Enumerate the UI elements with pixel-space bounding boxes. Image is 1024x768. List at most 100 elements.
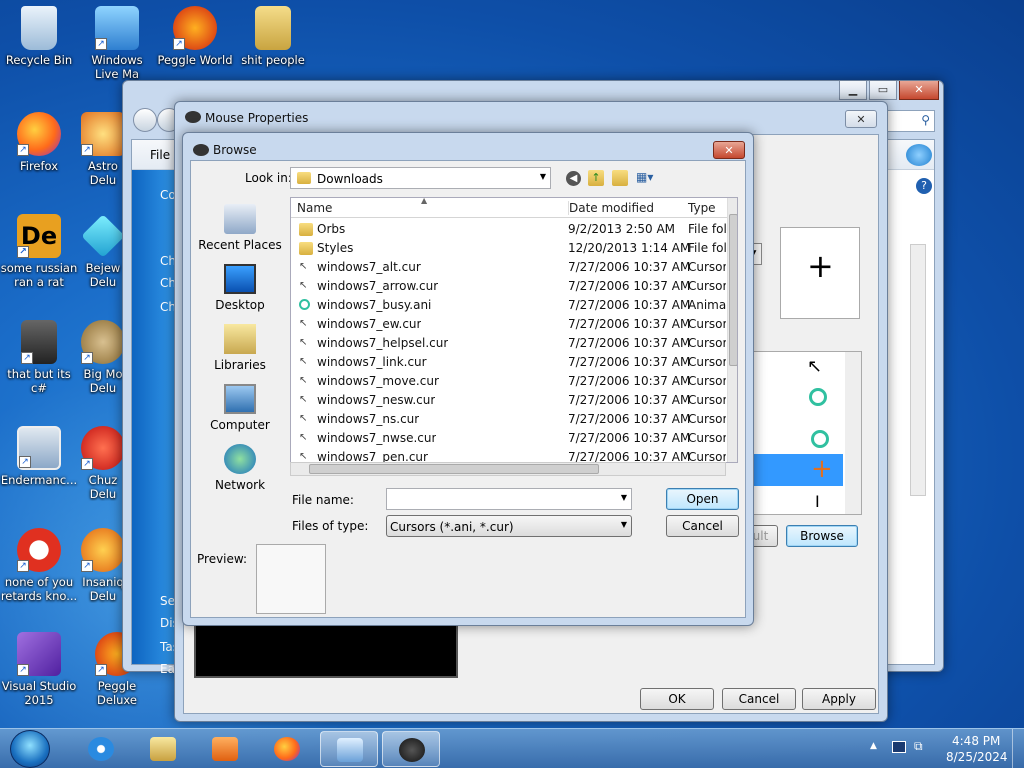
help-icon[interactable]: ? — [916, 178, 932, 194]
new-folder-icon[interactable] — [612, 170, 628, 186]
column-date[interactable]: Date modified — [568, 201, 654, 215]
file-list[interactable]: Name ▲ Date modified Type Orbs 9/2/2013 2… — [290, 197, 738, 463]
file-name-input[interactable]: ▼ — [386, 488, 632, 510]
preview-box: + — [780, 227, 860, 319]
desktop-icon-russian[interactable]: De ↗ some russian ran a rat — [0, 214, 78, 289]
desktop-icon-peggle-world[interactable]: ↗ Peggle World — [156, 6, 234, 67]
file-date: 7/27/2006 10:37 AM — [568, 260, 691, 274]
files-of-type-select[interactable]: Cursors (*.ani, *.cur) ▼ — [386, 515, 632, 537]
desktop-icon-chuzzle[interactable]: ↗ Chuz Delu — [78, 426, 128, 501]
close-button[interactable]: ✕ — [713, 141, 745, 159]
scroll-thumb[interactable] — [729, 214, 737, 366]
cursor-file-icon: ↖ — [299, 337, 308, 348]
dragon-icon: ↗ — [17, 528, 61, 572]
desktop-icon-windows-live[interactable]: ↗ Windows Live Ma — [78, 6, 156, 81]
file-row[interactable]: ↖ windows7_nwse.cur 7/27/2006 10:37 AM Curs… — [291, 429, 727, 448]
file-row[interactable]: ↖ windows7_move.cur 7/27/2006 10:37 AM Curs… — [291, 372, 727, 391]
selected-cursor-row[interactable]: + — [745, 454, 843, 486]
start-button[interactable] — [10, 730, 50, 768]
vertical-scrollbar[interactable] — [727, 198, 737, 462]
help-cursor-icon: ↖ — [807, 356, 823, 377]
file-row[interactable]: ↖ windows7_helpsel.cur 7/27/2006 10:37 AM C… — [291, 334, 727, 353]
chevron-down-icon: ▼ — [620, 493, 627, 502]
desktop-icon-recycle-bin[interactable]: Recycle Bin — [0, 6, 78, 67]
cancel-button[interactable]: Cancel — [666, 515, 739, 537]
minimize-button[interactable]: ▁ — [839, 81, 867, 100]
file-date: 7/27/2006 10:37 AM — [568, 336, 691, 350]
taskbar-control-panel[interactable] — [320, 731, 378, 767]
back-icon[interactable]: ◀ — [566, 171, 581, 186]
view-menu-icon[interactable]: ▦▾ — [636, 170, 660, 186]
desktop-icon-endermanch[interactable]: ↗ Endermanc... — [0, 426, 78, 487]
dialog-title: Browse — [213, 143, 257, 157]
file-row[interactable]: Orbs 9/2/2013 2:50 AM File fol — [291, 220, 727, 239]
desktop-icon-shit-people[interactable]: shit people — [234, 6, 312, 67]
right-scrollbar[interactable] — [910, 244, 926, 496]
file-type: Cursor — [688, 317, 726, 331]
desktop-icon-none-of-you[interactable]: ↗ none of you retards kno... — [0, 528, 78, 603]
show-hidden-icons-icon[interactable]: ▲ — [870, 741, 877, 751]
nav-back-icon[interactable] — [133, 108, 157, 132]
nav-computer[interactable]: Computer — [198, 384, 282, 432]
file-name: Styles — [317, 241, 354, 255]
file-date: 7/27/2006 10:37 AM — [568, 298, 691, 312]
taskbar-ie[interactable] — [72, 731, 130, 767]
horizontal-scrollbar[interactable] — [290, 462, 726, 476]
look-in-label: Look in: — [245, 171, 292, 185]
close-button[interactable]: ✕ — [845, 110, 877, 128]
desktop-icon-big-money[interactable]: ↗ Big Mo Delu — [78, 320, 128, 395]
open-button[interactable]: Open — [666, 488, 739, 510]
column-type[interactable]: Type — [688, 201, 716, 215]
file-row[interactable]: ↖ windows7_ew.cur 7/27/2006 10:37 AM Cursor — [291, 315, 727, 334]
file-row[interactable]: ↖ windows7_link.cur 7/27/2006 10:37 AM Curs… — [291, 353, 727, 372]
text-cursor-icon: I — [815, 492, 820, 511]
desktop-icon-bejeweled[interactable]: Bejew Delu — [78, 214, 128, 289]
desktop-icon-visual-studio[interactable]: ↗ Visual Studio 2015 — [0, 632, 78, 707]
show-desktop-button[interactable] — [1012, 729, 1024, 768]
maximize-button[interactable]: ▭ — [869, 81, 897, 100]
file-row[interactable]: ↖ windows7_alt.cur 7/27/2006 10:37 AM Curso… — [291, 258, 727, 277]
taskbar-firefox[interactable] — [258, 731, 316, 767]
file-row[interactable]: Styles 12/20/2013 1:14 AM File fol — [291, 239, 727, 258]
look-in-dropdown[interactable]: Downloads ▼ — [290, 167, 551, 189]
file-row[interactable]: ↖ windows7_nesw.cur 7/27/2006 10:37 AM Curs… — [291, 391, 727, 410]
file-row[interactable]: windows7_busy.ani 7/27/2006 10:37 AM Anima — [291, 296, 727, 315]
close-button[interactable]: ✕ — [899, 81, 939, 100]
search-box[interactable]: ⚲ — [883, 110, 935, 132]
cancel-button[interactable]: Cancel — [722, 688, 796, 710]
nav-desktop[interactable]: Desktop — [198, 264, 282, 312]
taskbar-media-player[interactable] — [196, 731, 254, 767]
recycle-bin-icon — [21, 6, 57, 50]
clock-time[interactable]: 4:48 PM — [952, 734, 1000, 748]
cursor-list[interactable]: ↖ + I — [744, 351, 862, 515]
desktop-icon-firefox[interactable]: ↗ Firefox — [0, 112, 78, 173]
nav-libraries[interactable]: Libraries — [198, 324, 282, 372]
desktop-icon-csharp[interactable]: ↗ that but its c# — [0, 320, 78, 395]
desktop-icon-insaniquarium[interactable]: ↗ Insaniq Delu — [78, 528, 128, 603]
control-panel-icon — [337, 738, 363, 762]
file-row[interactable]: ↖ windows7_arrow.cur 7/27/2006 10:37 AM Cur… — [291, 277, 727, 296]
ok-button[interactable]: OK — [640, 688, 714, 710]
desktop-icon-astro[interactable]: ↗ Astro Delu — [78, 112, 128, 187]
clock-date[interactable]: 8/25/2024 — [946, 750, 1008, 764]
file-name: windows7_move.cur — [317, 374, 439, 388]
nav-network[interactable]: Network — [198, 444, 282, 492]
taskbar-mouse-properties[interactable] — [382, 731, 440, 767]
network-status-icon[interactable]: ⧉ — [914, 739, 923, 754]
list-scrollbar[interactable] — [845, 352, 861, 514]
nav-recent-places[interactable]: Recent Places — [198, 204, 282, 252]
browse-button[interactable]: Browse — [786, 525, 858, 547]
apply-button[interactable]: Apply — [802, 688, 876, 710]
scroll-thumb[interactable] — [309, 464, 599, 474]
astro-icon: ↗ — [81, 112, 125, 156]
column-name[interactable]: Name — [297, 201, 332, 215]
file-type: File fol — [688, 222, 726, 236]
file-type: File fol — [688, 241, 726, 255]
file-row[interactable]: ↖ windows7_pen.cur 7/27/2006 10:37 AM Curso… — [291, 448, 727, 462]
file-row[interactable]: ↖ windows7_ns.cur 7/27/2006 10:37 AM Cursor — [291, 410, 727, 429]
action-center-icon[interactable] — [892, 741, 906, 753]
taskbar-explorer[interactable] — [134, 731, 192, 767]
computer-icon — [224, 384, 256, 414]
menu-file[interactable]: File — [150, 148, 170, 162]
up-folder-icon[interactable]: ↑ — [588, 170, 604, 186]
